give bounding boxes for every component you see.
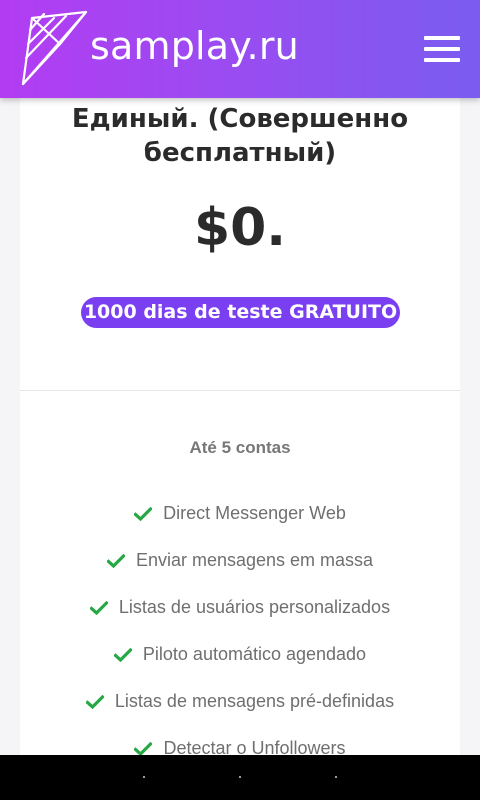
- feature-label: Listas de mensagens pré-definidas: [114, 691, 395, 711]
- check-icon: [89, 600, 108, 615]
- check-icon: [113, 647, 132, 662]
- check-icon: [134, 506, 153, 521]
- feature-label: Direct Messenger Web: [163, 503, 346, 523]
- plan-price: $0.: [193, 198, 287, 258]
- menu-bar-middle: [424, 47, 460, 51]
- check-icon: [85, 694, 104, 709]
- feature-item: Listas de usuários personalizados: [20, 584, 460, 631]
- feature-item: Listas de mensagens pré-definidas: [20, 678, 460, 725]
- menu-bar-bottom: [424, 58, 460, 62]
- brand-name: samplay.ru: [90, 24, 299, 68]
- site-logo[interactable]: samplay.ru: [20, 10, 320, 88]
- menu-bar-top: [424, 36, 460, 40]
- system-navigation-bar: [0, 755, 480, 800]
- feature-label: Enviar mensagens em massa: [135, 550, 374, 570]
- paper-plane-icon: [21, 10, 88, 86]
- home-button[interactable]: [239, 776, 241, 778]
- feature-label: Piloto automático agendado: [142, 644, 367, 664]
- check-icon: [106, 553, 125, 568]
- page: samplay.ru Единый. (Совершенно бесплатны…: [0, 0, 480, 800]
- feature-item: Direct Messenger Web: [20, 490, 460, 537]
- hamburger-menu-button[interactable]: [424, 36, 460, 62]
- pricing-card: Единый. (Совершенно бесплатный) $0. 1000…: [20, 98, 460, 758]
- accounts-limit: Até 5 contas: [189, 438, 291, 457]
- card-divider: [20, 390, 460, 391]
- feature-item: Piloto automático agendado: [20, 631, 460, 678]
- recents-button[interactable]: [335, 776, 337, 778]
- site-header: samplay.ru: [0, 0, 480, 98]
- feature-label: Listas de usuários personalizados: [118, 597, 391, 617]
- trial-badge: 1000 dias de teste GRATUITO: [81, 297, 400, 328]
- back-button[interactable]: [143, 776, 145, 778]
- feature-list: Direct Messenger Web Enviar mensagens em …: [20, 490, 460, 772]
- feature-item: Enviar mensagens em massa: [20, 537, 460, 584]
- check-icon: [134, 741, 153, 756]
- plan-title: Единый. (Совершенно бесплатный): [71, 104, 409, 168]
